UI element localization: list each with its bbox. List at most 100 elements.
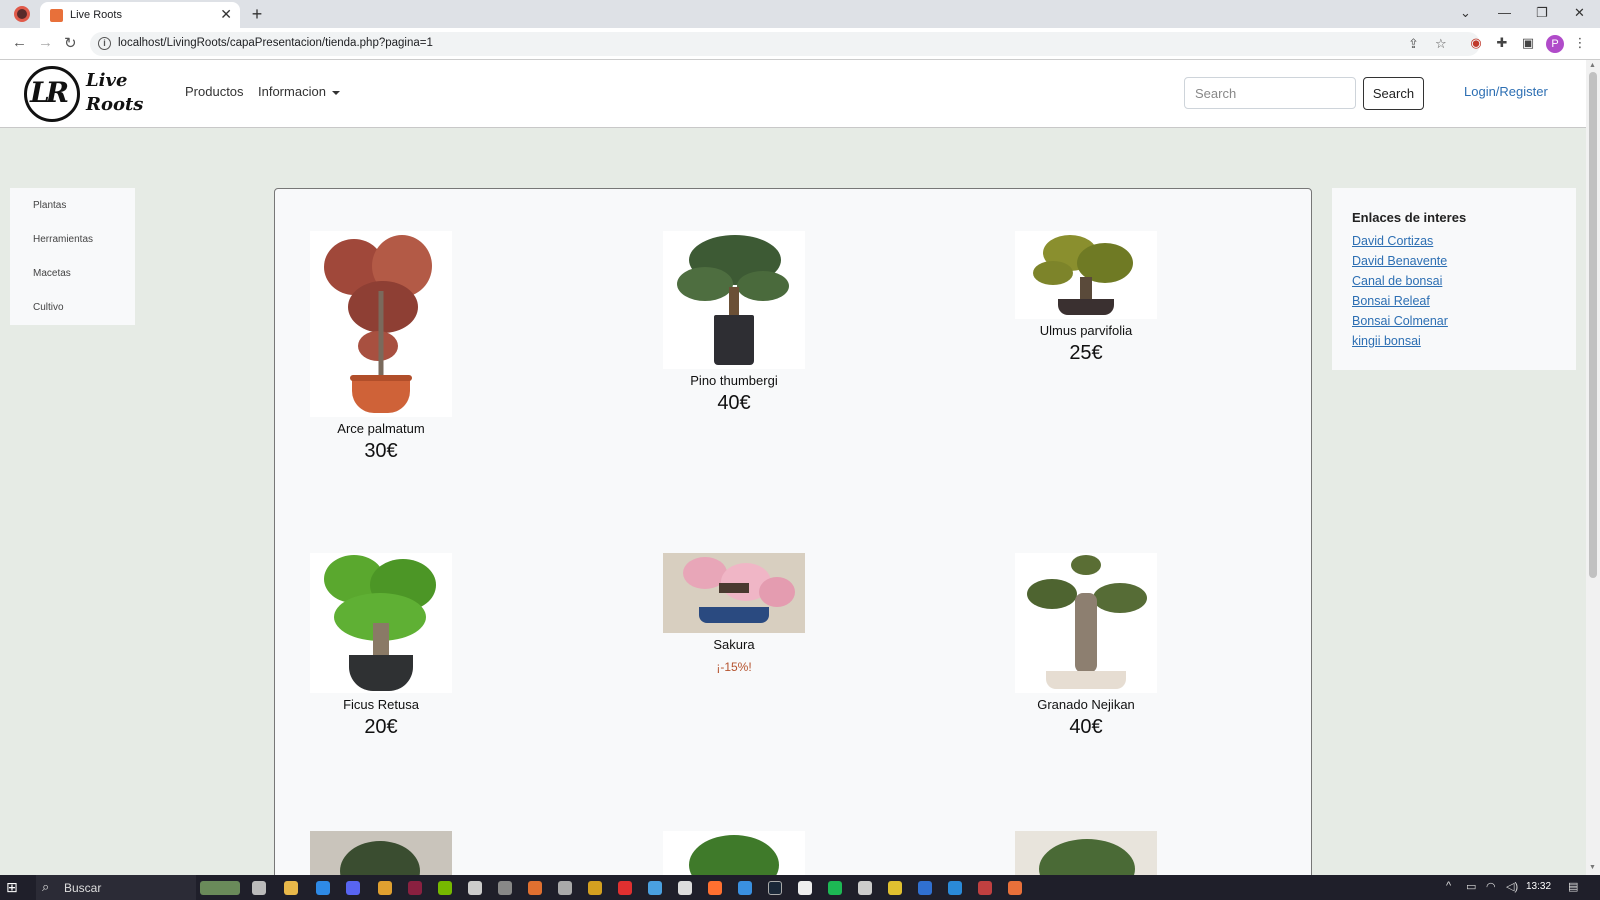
app-icon[interactable] <box>498 881 512 895</box>
reload-icon[interactable]: ↻ <box>64 34 77 52</box>
tray-overflow-icon[interactable]: ^ <box>1446 880 1451 892</box>
taskbar-search[interactable]: ⌕ Buscar <box>36 875 196 900</box>
bookmark-star-icon[interactable]: ☆ <box>1435 36 1447 52</box>
app-icon[interactable] <box>618 881 632 895</box>
page-scrollbar[interactable]: ▲ ▼ <box>1586 60 1600 875</box>
browser-tab[interactable]: Live Roots ✕ <box>40 2 240 28</box>
nvidia-icon[interactable] <box>438 881 452 895</box>
app-icon[interactable] <box>588 881 602 895</box>
url-text[interactable]: localhost/LivingRoots/capaPresentacion/t… <box>118 37 433 49</box>
link-bonsai-colmenar[interactable]: Bonsai Colmenar <box>1352 314 1448 328</box>
app-icon[interactable] <box>408 881 422 895</box>
product-card[interactable]: Ficus Retusa 20€ <box>310 553 452 739</box>
elm-bonsai-icon[interactable] <box>1015 231 1157 319</box>
app-icon[interactable] <box>678 881 692 895</box>
extensions-puzzle-icon[interactable]: ✚ <box>1494 35 1510 51</box>
link-bonsai-releaf[interactable]: Bonsai Releaf <box>1352 294 1430 308</box>
widgets-icon[interactable] <box>200 881 240 895</box>
notifications-icon[interactable]: ▤ <box>1568 880 1578 893</box>
app-icon[interactable] <box>978 881 992 895</box>
nav-informacion-dropdown[interactable]: Informacion <box>258 84 340 99</box>
close-tab-icon[interactable]: ✕ <box>220 6 232 23</box>
link-kingii-bonsai[interactable]: kingii bonsai <box>1352 334 1421 348</box>
product-name[interactable]: Granado Nejikan <box>1015 697 1157 712</box>
product-card[interactable]: Arce palmatum 30€ <box>310 231 452 463</box>
search-input[interactable] <box>1184 77 1356 109</box>
app-icon[interactable] <box>648 881 662 895</box>
tab-search-icon[interactable]: ⌄ <box>1460 5 1471 21</box>
red-maple-bonsai-icon[interactable] <box>310 231 452 417</box>
address-bar[interactable]: i localhost/LivingRoots/capaPresentacion… <box>90 32 1480 56</box>
restore-icon[interactable]: ❐ <box>1536 5 1548 21</box>
pomegranate-bonsai-icon[interactable] <box>1015 553 1157 693</box>
chrome-icon[interactable] <box>378 881 392 895</box>
link-david-cortizas[interactable]: David Cortizas <box>1352 234 1433 248</box>
search-icon: ⌕ <box>42 879 50 894</box>
back-icon[interactable]: ← <box>12 34 27 51</box>
app-icon[interactable] <box>558 881 572 895</box>
app-icon[interactable] <box>888 881 902 895</box>
scrollbar-thumb[interactable] <box>1589 72 1597 578</box>
new-tab-button[interactable]: + <box>246 3 268 25</box>
site-navbar: LR Live Roots Productos Informacion Sear… <box>0 60 1586 128</box>
spotify-icon[interactable] <box>828 881 842 895</box>
task-view-icon[interactable] <box>252 881 266 895</box>
site-logo[interactable]: LR Live Roots <box>24 66 143 122</box>
minimize-icon[interactable]: — <box>1498 5 1511 20</box>
product-card[interactable]: Granado Nejikan 40€ <box>1015 553 1157 739</box>
logo-word-1: Live <box>86 70 128 91</box>
scroll-up-icon[interactable]: ▲ <box>1589 62 1596 69</box>
volume-icon[interactable]: ◁) <box>1506 880 1518 893</box>
product-card[interactable]: Ulmus parvifolia 25€ <box>1015 231 1157 365</box>
link-david-benavente[interactable]: David Benavente <box>1352 254 1447 268</box>
pine-bonsai-icon[interactable] <box>663 231 805 369</box>
taskbar-clock[interactable]: 13:32 <box>1526 881 1551 892</box>
taskbar-search-label: Buscar <box>64 881 102 895</box>
menu-kebab-icon[interactable]: ⋮ <box>1572 35 1588 51</box>
profile-avatar[interactable]: P <box>1546 35 1564 53</box>
sidebar-item-macetas[interactable]: Macetas <box>33 268 71 279</box>
discord-icon[interactable] <box>346 881 360 895</box>
product-name[interactable]: Ficus Retusa <box>310 697 452 712</box>
search-button[interactable]: Search <box>1363 77 1424 110</box>
sidebar-item-cultivo[interactable]: Cultivo <box>33 302 64 313</box>
app-icon[interactable] <box>738 881 752 895</box>
site-info-icon[interactable]: i <box>98 37 111 50</box>
scroll-down-icon[interactable]: ▼ <box>1589 864 1596 871</box>
sidebar-item-herramientas[interactable]: Herramientas <box>33 234 93 245</box>
product-name[interactable]: Arce palmatum <box>310 421 452 436</box>
network-icon[interactable]: ▭ <box>1466 880 1476 893</box>
login-register-link[interactable]: Login/Register <box>1464 84 1548 99</box>
close-window-icon[interactable]: ✕ <box>1574 5 1585 21</box>
app-icon[interactable] <box>798 881 812 895</box>
app-icon[interactable] <box>858 881 872 895</box>
product-name[interactable]: Sakura <box>663 637 805 652</box>
extension-icon[interactable]: ◉ <box>1468 35 1484 51</box>
product-card[interactable]: Sakura ¡-15%! <box>663 553 805 674</box>
forward-icon[interactable]: → <box>38 34 53 51</box>
app-icon[interactable] <box>528 881 542 895</box>
windows-start-icon[interactable]: ⊞ <box>6 879 18 896</box>
sidebar-item-plantas[interactable]: Plantas <box>33 200 66 211</box>
app-icon[interactable] <box>918 881 932 895</box>
nav-productos[interactable]: Productos <box>185 84 244 99</box>
logo-monogram: LR <box>30 76 69 109</box>
link-canal-de-bonsai[interactable]: Canal de bonsai <box>1352 274 1442 288</box>
browser-profile-icon[interactable] <box>14 6 30 22</box>
edge-icon[interactable] <box>316 881 330 895</box>
side-panel-icon[interactable]: ▣ <box>1520 35 1536 51</box>
product-name[interactable]: Ulmus parvifolia <box>1015 323 1157 338</box>
share-icon[interactable]: ⇪ <box>1408 36 1419 52</box>
product-card[interactable]: Pino thumbergi 40€ <box>663 231 805 415</box>
firefox-icon[interactable] <box>708 881 722 895</box>
vscode-icon[interactable] <box>948 881 962 895</box>
app-icon[interactable] <box>1008 881 1022 895</box>
file-explorer-icon[interactable] <box>284 881 298 895</box>
wifi-icon[interactable]: ◠ <box>1486 880 1496 893</box>
ficus-bonsai-icon[interactable] <box>310 553 452 693</box>
cherry-blossom-bonsai-icon[interactable] <box>663 553 805 633</box>
tab-title: Live Roots <box>70 9 122 21</box>
app-icon[interactable] <box>468 881 482 895</box>
product-name[interactable]: Pino thumbergi <box>663 373 805 388</box>
steam-icon[interactable] <box>768 881 782 895</box>
